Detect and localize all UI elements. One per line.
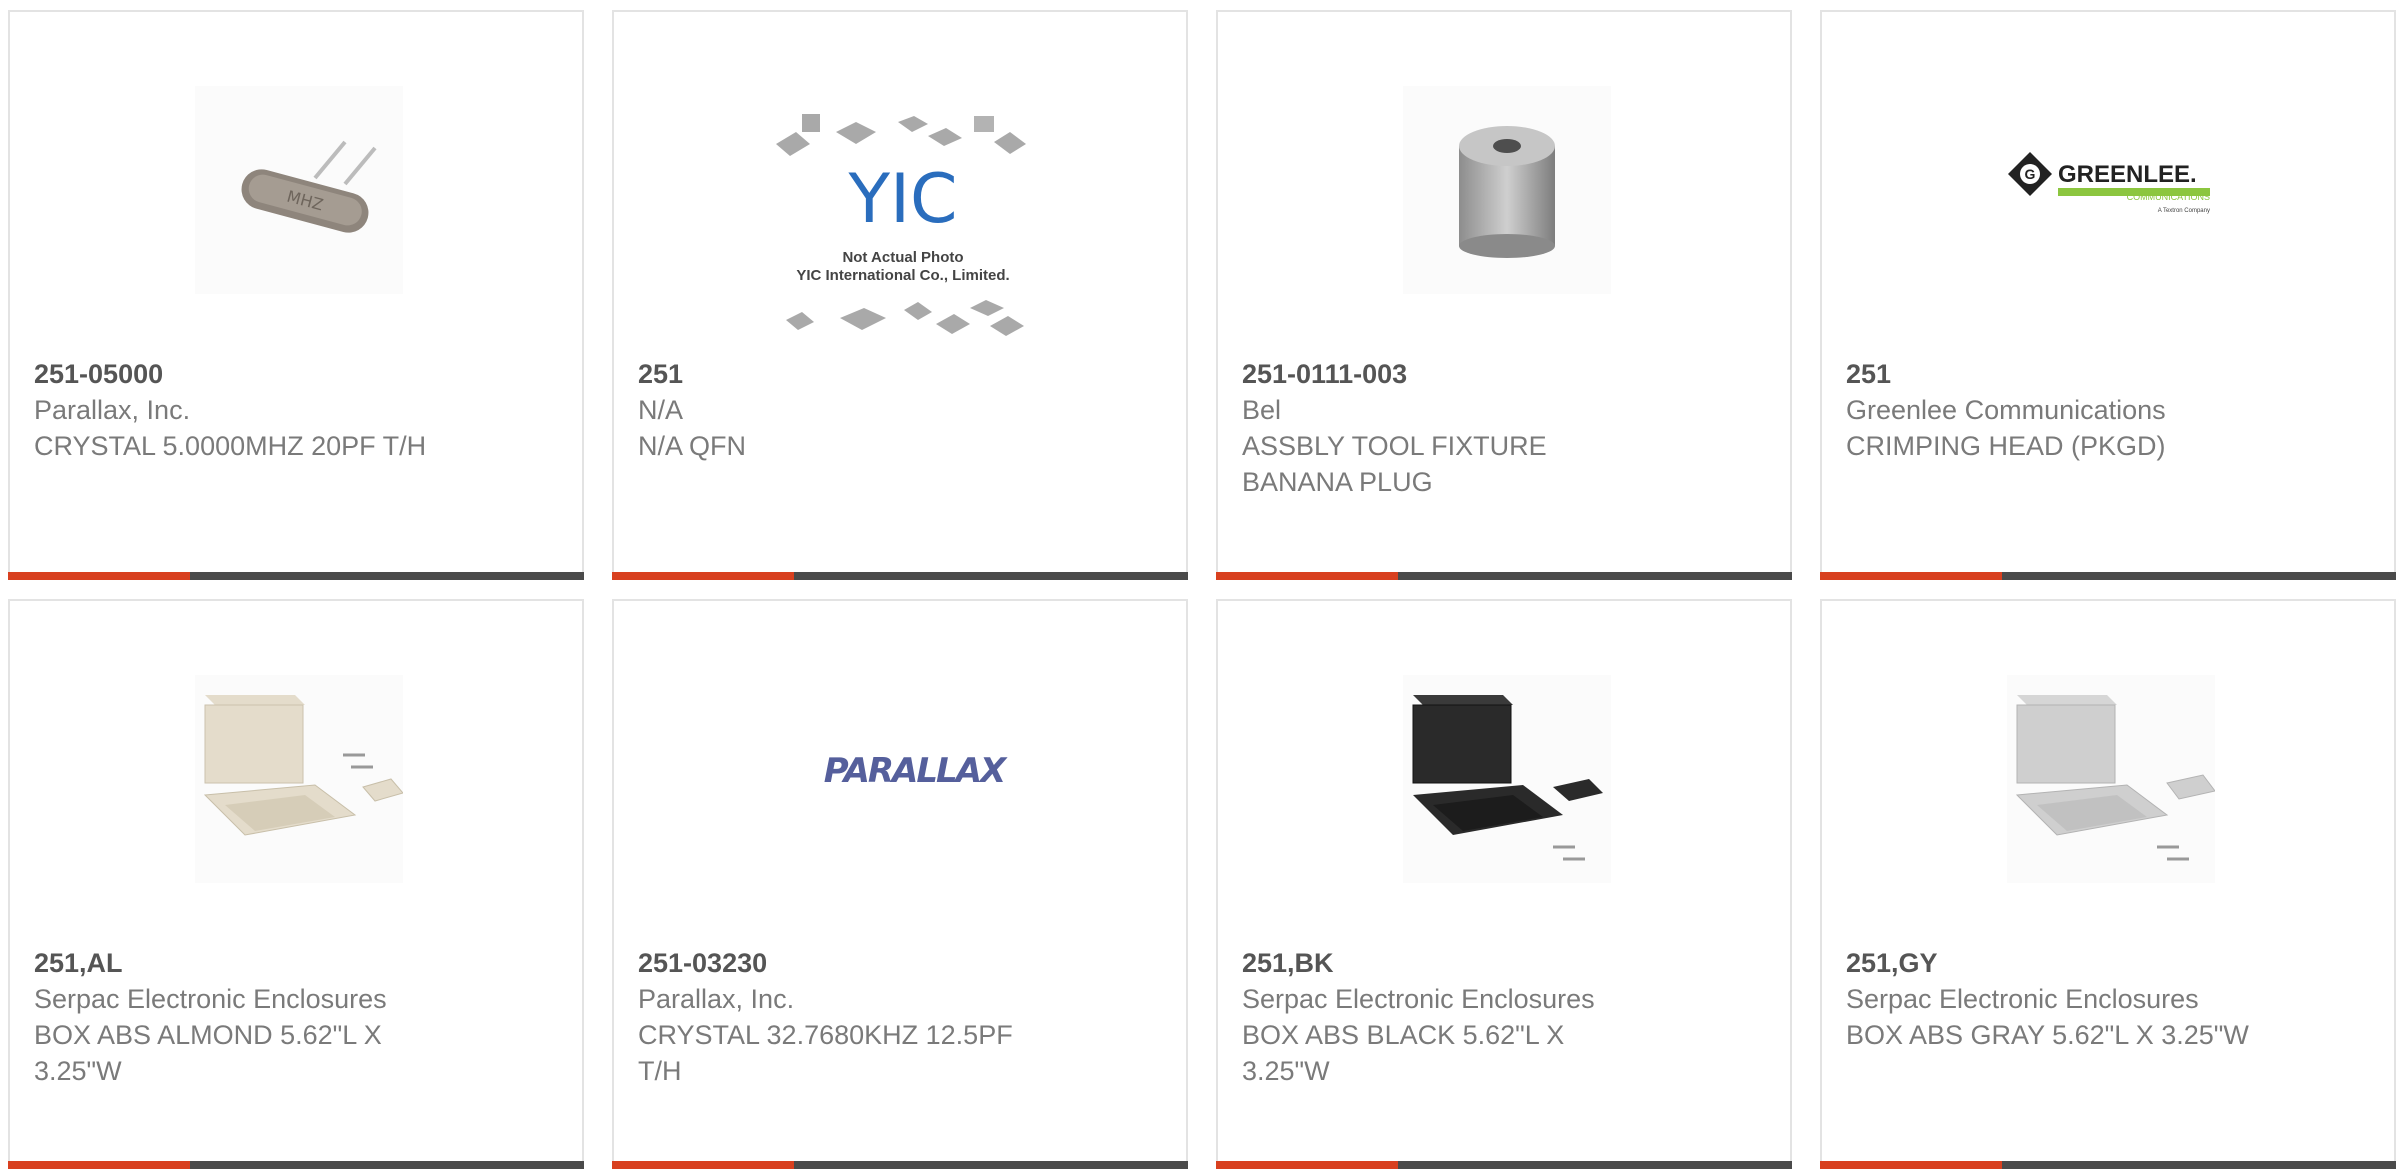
manufacturer: Parallax, Inc. [638, 984, 795, 1014]
svg-text:YIC International Co., Limited: YIC International Co., Limited. [796, 267, 1009, 284]
svg-text:G: G [2025, 166, 2036, 182]
card-footer-bar [1820, 572, 2396, 580]
product-image [1403, 675, 1611, 883]
description: CRIMPING HEAD (PKGD) [1846, 431, 2166, 461]
card-footer-bar [612, 1161, 1188, 1169]
card-accent [8, 1161, 190, 1169]
manufacturer: N/A [638, 395, 684, 425]
manufacturer: Serpac Electronic Enclosures [1242, 984, 1595, 1014]
svg-text:COMMUNICATIONS: COMMUNICATIONS [2127, 192, 2210, 202]
svg-text:Not Actual Photo: Not Actual Photo [842, 249, 963, 266]
svg-text:YIC: YIC [847, 160, 957, 239]
card-accent [1216, 572, 1398, 580]
part-number[interactable]: 251-05000 [34, 356, 454, 392]
card-footer-bar [1216, 1161, 1792, 1169]
enclosure-box-icon [2007, 675, 2215, 883]
card-accent [1820, 572, 2002, 580]
card-accent [8, 572, 190, 580]
svg-text:GREENLEE.: GREENLEE. [2058, 161, 2197, 188]
manufacturer: Serpac Electronic Enclosures [34, 984, 387, 1014]
product-image: PARALLAX [794, 741, 1034, 801]
cylinder-fixture-icon [1403, 86, 1611, 294]
product-image [2007, 675, 2215, 883]
product-card[interactable]: 251,AL Serpac Electronic Enclosures BOX … [8, 599, 584, 1169]
part-number[interactable]: 251 [1846, 356, 2266, 392]
product-image [195, 675, 403, 883]
product-card[interactable]: G GREENLEE. COMMUNICATIONS A Textron Com… [1820, 10, 2396, 580]
not-actual-photo-icon: YIC Not Actual Photo YIC International C… [776, 114, 1026, 336]
greenlee-logo: G GREENLEE. COMMUNICATIONS A Textron Com… [2008, 152, 2210, 214]
part-number[interactable]: 251-0111-003 [1242, 356, 1662, 392]
card-accent [1216, 1161, 1398, 1169]
crystal-icon: MHZ [195, 86, 403, 294]
description: BOX ABS BLACK 5.62"L X 3.25"W [1242, 1020, 1565, 1086]
manufacturer: Bel [1242, 395, 1282, 425]
description: BOX ABS GRAY 5.62"L X 3.25"W [1846, 1020, 2249, 1050]
card-footer-bar [8, 572, 584, 580]
description: CRYSTAL 5.0000MHZ 20PF T/H [34, 431, 427, 461]
product-image: YIC Not Actual Photo YIC International C… [766, 102, 1040, 352]
card-footer-bar [1216, 572, 1792, 580]
enclosure-box-icon [1403, 675, 1611, 883]
part-number[interactable]: 251,BK [1242, 945, 1662, 981]
manufacturer: Serpac Electronic Enclosures [1846, 984, 2199, 1014]
product-card[interactable]: 251,GY Serpac Electronic Enclosures BOX … [1820, 599, 2396, 1169]
part-number[interactable]: 251,GY [1846, 945, 2266, 981]
enclosure-box-icon [195, 675, 403, 883]
card-footer-bar [8, 1161, 584, 1169]
product-card[interactable]: PARALLAX 251-03230 Parallax, Inc. CRYSTA… [612, 599, 1188, 1169]
product-image: G GREENLEE. COMMUNICATIONS A Textron Com… [2002, 142, 2222, 232]
description: CRYSTAL 32.7680KHZ 12.5PF T/H [638, 1020, 1013, 1086]
description: BOX ABS ALMOND 5.62"L X 3.25"W [34, 1020, 382, 1086]
part-number[interactable]: 251 [638, 356, 1058, 392]
product-grid: MHZ 251-05000 Parallax, Inc. CRYSTAL 5.0… [0, 0, 2400, 1169]
part-number[interactable]: 251-03230 [638, 945, 1058, 981]
description: ASSBLY TOOL FIXTURE BANANA PLUG [1242, 431, 1547, 497]
card-accent [1820, 1161, 2002, 1169]
product-card[interactable]: 251,BK Serpac Electronic Enclosures BOX … [1216, 599, 1792, 1169]
card-footer-bar [612, 572, 1188, 580]
card-accent [612, 1161, 794, 1169]
product-card[interactable]: MHZ 251-05000 Parallax, Inc. CRYSTAL 5.0… [8, 10, 584, 580]
product-card[interactable]: 251-0111-003 Bel ASSBLY TOOL FIXTURE BAN… [1216, 10, 1792, 580]
manufacturer: Parallax, Inc. [34, 395, 191, 425]
product-card[interactable]: YIC Not Actual Photo YIC International C… [612, 10, 1188, 580]
product-image [1403, 86, 1611, 294]
card-footer-bar [1820, 1161, 2396, 1169]
manufacturer: Greenlee Communications [1846, 395, 2166, 425]
svg-text:A Textron Company: A Textron Company [2158, 208, 2210, 214]
product-image: MHZ [195, 86, 403, 294]
part-number[interactable]: 251,AL [34, 945, 454, 981]
card-accent [612, 572, 794, 580]
description: N/A QFN [638, 431, 747, 461]
parallax-logo: PARALLAX [823, 751, 1006, 791]
